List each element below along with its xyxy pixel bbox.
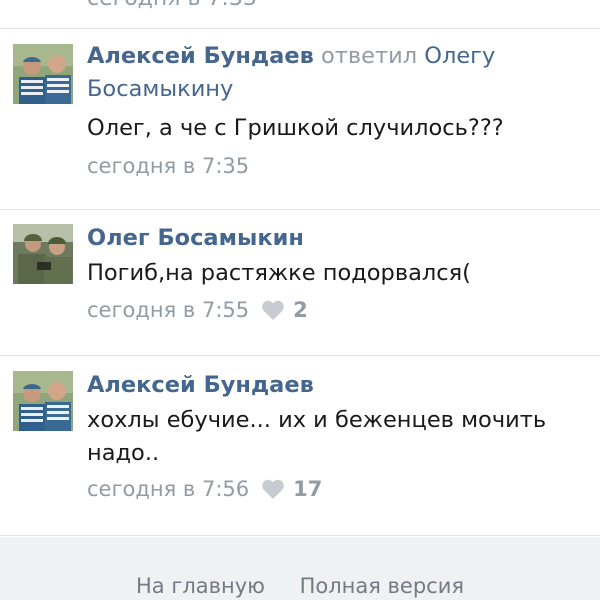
- like-count: 2: [293, 298, 308, 322]
- avatar[interactable]: [13, 224, 73, 284]
- comment-meta: сегодня в 7:56 17: [87, 474, 580, 504]
- footer-links: На главную Полная версия: [0, 574, 600, 598]
- home-link[interactable]: На главную: [136, 574, 265, 598]
- comment-item: Алексей Бундаев хохлы ебучие... их и беж…: [0, 356, 600, 536]
- comment-author[interactable]: Олег Босамыкин: [87, 225, 304, 251]
- like-button[interactable]: 17: [261, 474, 322, 504]
- comment-meta: сегодня в 7:35: [87, 151, 580, 181]
- comment-time: сегодня в 7:56: [87, 477, 250, 501]
- full-version-link[interactable]: Полная версия: [300, 574, 464, 598]
- reply-label: ответил: [321, 43, 418, 69]
- comment-header: Олег Босамыкин: [87, 222, 580, 255]
- comments-page: сегодня в 7:33 Алексей Бундае: [0, 0, 600, 600]
- comment-author[interactable]: Алексей Бундаев: [87, 43, 314, 69]
- comment-header: Алексей Бундаев ответил Олегу Босамыкину: [87, 40, 580, 106]
- comment-item: Алексей Бундаев ответил Олегу Босамыкину…: [0, 29, 600, 210]
- avatar[interactable]: [13, 44, 73, 104]
- comment-text: Олег, а че с Гришкой случилось???: [87, 115, 504, 141]
- comment-time: сегодня в 7:55: [87, 298, 250, 322]
- comment-meta: сегодня в 7:55 2: [87, 295, 580, 325]
- comment-author[interactable]: Алексей Бундаев: [87, 372, 314, 398]
- comment-item: Олег Босамыкин Погиб,на растяжке подорва…: [0, 210, 600, 356]
- previous-comment-partial: сегодня в 7:33: [0, 0, 600, 29]
- like-count: 17: [293, 477, 323, 501]
- comment-text: Погиб,на растяжке подорвался(: [87, 260, 471, 286]
- heart-icon: [262, 300, 284, 320]
- comment-time: сегодня в 7:35: [87, 154, 250, 178]
- comment-time: сегодня в 7:33: [87, 0, 257, 11]
- comment-text: хохлы ебучие... их и беженцев мочить над…: [87, 407, 547, 466]
- like-button[interactable]: 2: [261, 295, 308, 325]
- heart-icon: [262, 479, 284, 499]
- avatar[interactable]: [13, 371, 73, 431]
- footer: На главную Полная версия: [0, 537, 600, 600]
- comment-header: Алексей Бундаев: [87, 369, 580, 402]
